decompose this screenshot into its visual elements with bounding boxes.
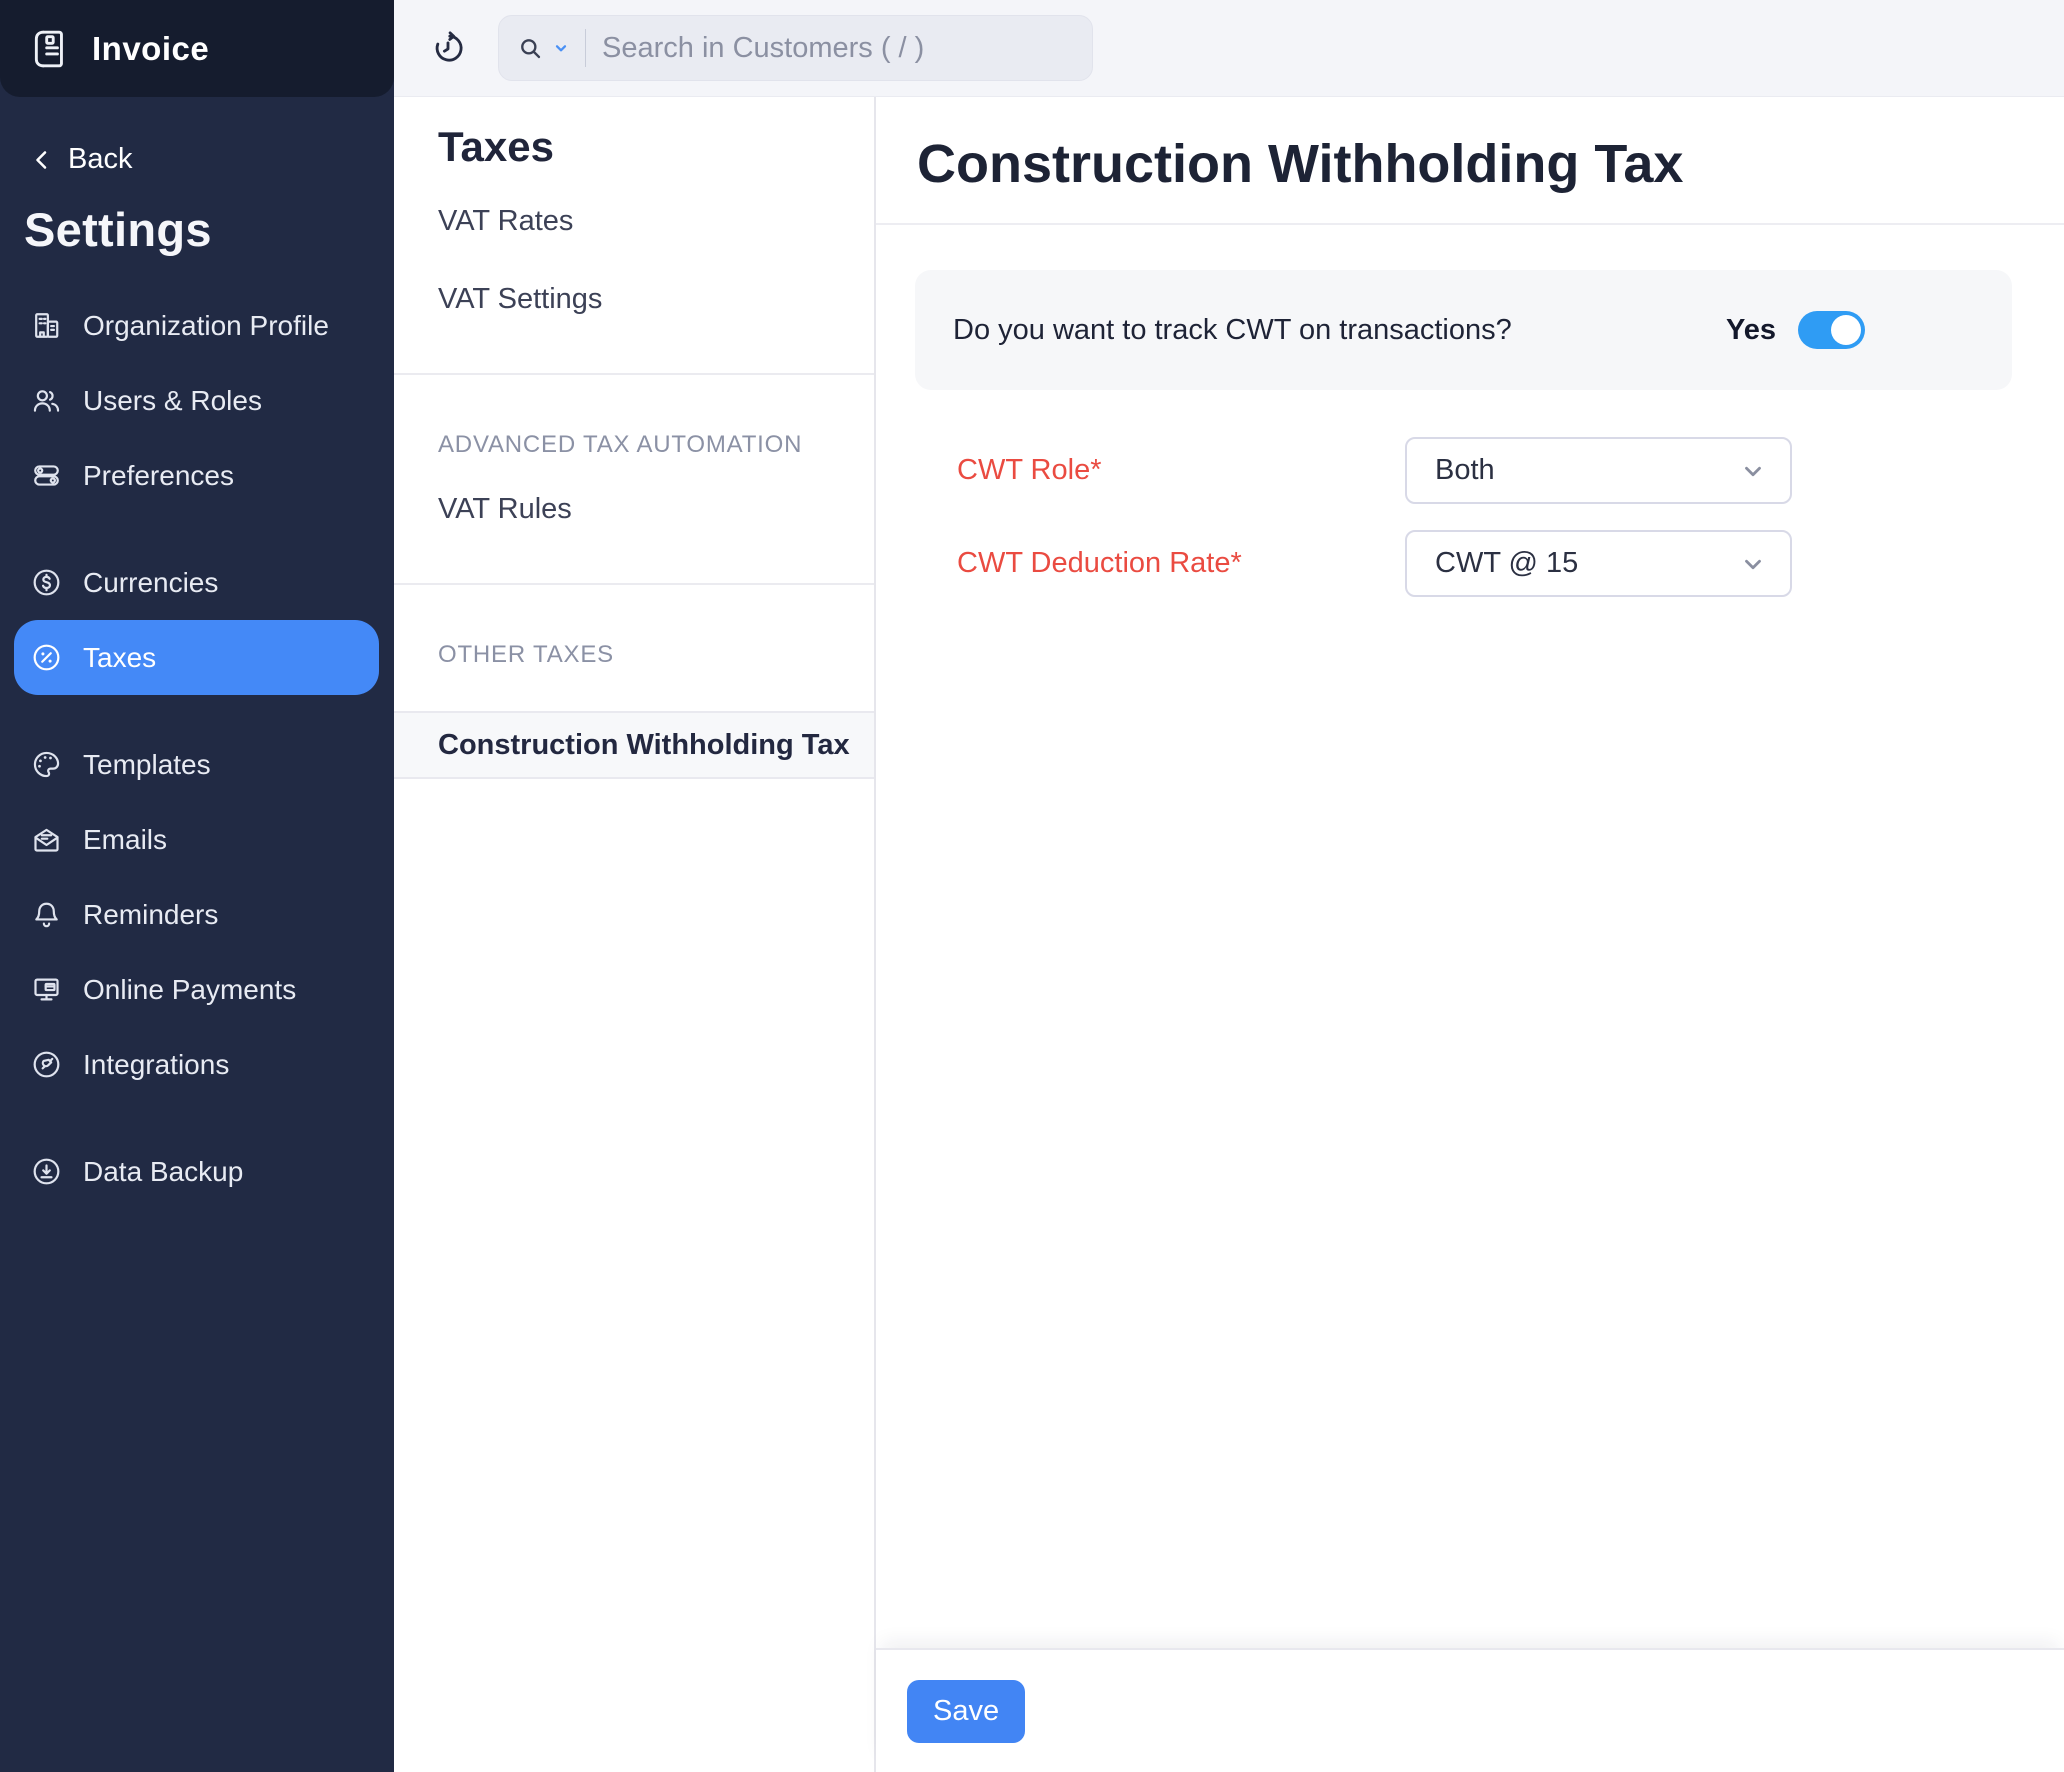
cwt-form: CWT Role* Both CWT Deduction Rate* CWT @… (876, 437, 2064, 597)
sidebar-item-currencies[interactable]: Currencies (0, 545, 394, 620)
footer-bar: Save (876, 1648, 2064, 1772)
invoice-logo-icon (34, 30, 63, 67)
sidebar-item-label: Emails (83, 823, 168, 855)
section-header-advanced-tax-automation: ADVANCED TAX AUTOMATION (438, 431, 803, 458)
save-button[interactable]: Save (907, 1680, 1026, 1743)
app-logo: Invoice (0, 0, 394, 97)
cwt-deduction-rate-row: CWT Deduction Rate* CWT @ 15 (876, 530, 2064, 597)
chevron-left-icon (36, 150, 47, 169)
track-cwt-panel: Do you want to track CWT on transactions… (915, 270, 2012, 390)
toggle-knob (1831, 315, 1861, 345)
sidebar-item-taxes[interactable]: Taxes (14, 620, 379, 695)
building-icon (35, 313, 59, 338)
search-scope-chevron-icon[interactable] (553, 40, 569, 56)
envelope-icon (34, 828, 59, 852)
app-title: Invoice (92, 29, 210, 67)
search-input[interactable] (602, 31, 1074, 65)
sidebar-item-data-backup[interactable]: Data Backup (0, 1134, 394, 1209)
dollar-circle-icon (33, 569, 60, 596)
chevron-down-icon (1745, 559, 1761, 569)
nav-group-gap (0, 1102, 394, 1134)
percent-circle-icon (33, 644, 60, 671)
download-circle-icon (33, 1158, 60, 1185)
section-header-other-taxes: OTHER TAXES (438, 641, 614, 668)
list-item-vat-rates[interactable]: VAT Rates (394, 193, 874, 249)
sidebar-item-label: Currencies (83, 566, 219, 598)
cwt-role-row: CWT Role* Both (876, 437, 2064, 504)
sidebar-item-preferences[interactable]: Preferences (0, 438, 394, 513)
track-cwt-question: Do you want to track CWT on transactions… (953, 313, 1512, 346)
sidebar-item-label: Data Backup (83, 1155, 244, 1187)
cwt-deduction-rate-value: CWT @ 15 (1435, 547, 1579, 579)
cwt-role-label: CWT Role* (957, 454, 1102, 486)
taxes-panel: Taxes VAT Rates VAT Settings ADVANCED TA… (394, 97, 876, 1772)
list-item-construction-withholding-tax[interactable]: Construction Withholding Tax (394, 711, 874, 779)
back-button[interactable]: Back (30, 143, 180, 176)
cwt-deduction-rate-select[interactable]: CWT @ 15 (1405, 530, 1792, 597)
chevron-down-icon (1745, 466, 1761, 476)
sidebar-item-users-roles[interactable]: Users & Roles (0, 363, 394, 438)
nav-group-gap (0, 513, 394, 545)
settings-nav: Organization Profile Users & Roles Prefe… (0, 288, 394, 1209)
toggle-value-label: Yes (1726, 313, 1776, 346)
page-title: Construction Withholding Tax (917, 134, 1684, 194)
nav-group-gap (0, 695, 394, 727)
monitor-card-icon (34, 978, 59, 1001)
sidebar: Invoice Back Settings Organization Profi… (0, 0, 394, 1772)
sidebar-item-label: Templates (83, 748, 211, 780)
app-window: Invoice Back Settings Organization Profi… (0, 0, 2064, 1772)
sidebar-item-label: Reminders (83, 898, 219, 930)
palette-icon (33, 751, 60, 778)
title-divider (876, 223, 2064, 225)
section-divider (394, 373, 874, 375)
cwt-deduction-rate-label: CWT Deduction Rate* (957, 547, 1242, 579)
sidebar-item-organization-profile[interactable]: Organization Profile (0, 288, 394, 363)
cwt-role-value: Both (1435, 454, 1495, 486)
back-label: Back (68, 143, 133, 175)
sidebar-item-reminders[interactable]: Reminders (0, 877, 394, 952)
search-icon (521, 38, 541, 58)
taxes-panel-title: Taxes (438, 123, 554, 170)
list-item-vat-rules[interactable]: VAT Rules (394, 481, 874, 537)
sidebar-item-integrations[interactable]: Integrations (0, 1027, 394, 1102)
plug-circle-icon (33, 1051, 60, 1078)
list-item-vat-settings[interactable]: VAT Settings (394, 271, 874, 327)
bell-icon (35, 902, 58, 928)
topbar (394, 0, 2064, 97)
sidebar-item-label: Online Payments (83, 973, 297, 1005)
search-divider (585, 29, 586, 67)
sidebar-item-online-payments[interactable]: Online Payments (0, 952, 394, 1027)
global-search (498, 15, 1093, 81)
sidebar-item-label: Users & Roles (83, 384, 262, 416)
sidebar-item-templates[interactable]: Templates (0, 727, 394, 802)
settings-title: Settings (24, 203, 212, 256)
recent-history-icon[interactable] (430, 30, 466, 66)
track-cwt-toggle[interactable] (1798, 311, 1865, 349)
sidebar-item-label: Integrations (83, 1048, 230, 1080)
cwt-role-select[interactable]: Both (1405, 437, 1792, 504)
main-content: Construction Withholding Tax Do you want… (876, 97, 2064, 1772)
sidebar-item-emails[interactable]: Emails (0, 802, 394, 877)
sidebar-item-label: Organization Profile (83, 309, 329, 341)
toggles-icon (34, 465, 59, 486)
users-icon (33, 390, 60, 412)
sidebar-item-label: Taxes (83, 641, 157, 673)
sidebar-item-label: Preferences (83, 459, 234, 491)
section-divider (394, 583, 874, 585)
